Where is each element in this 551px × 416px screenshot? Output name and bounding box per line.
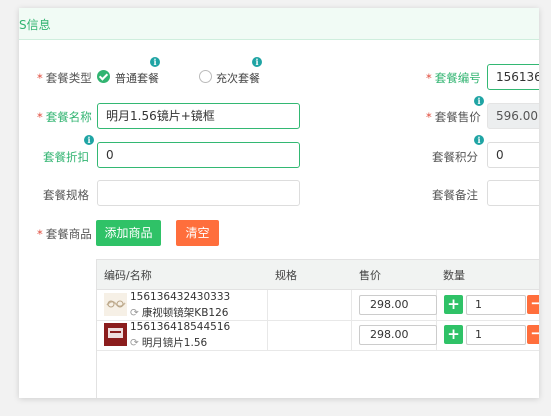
panel-header: S信息: [19, 8, 539, 40]
product-thumbnail: [104, 323, 127, 346]
package-products-label: * 套餐商品: [37, 227, 92, 241]
package-remark-input[interactable]: [487, 180, 539, 206]
package-points-input[interactable]: 0: [487, 142, 539, 168]
minus-icon[interactable]: −: [527, 295, 539, 314]
info-icon[interactable]: i: [474, 135, 484, 145]
package-points-label: 套餐积分: [432, 150, 478, 164]
package-remark-label: 套餐备注: [432, 188, 478, 202]
table-header: 编码/名称 规格 售价 数量: [97, 260, 539, 290]
radio-normal-package-label[interactable]: 普通套餐: [115, 70, 159, 86]
package-code-label: * 套餐编号: [426, 71, 481, 85]
radio-recharge-package-label[interactable]: 充次套餐: [216, 70, 260, 86]
clear-button[interactable]: 清空: [176, 220, 219, 246]
price-input[interactable]: 298.00: [359, 325, 437, 345]
package-price-input: 596.00: [487, 103, 539, 129]
package-spec-input[interactable]: [97, 180, 300, 206]
minus-icon[interactable]: −: [527, 325, 539, 344]
radio-normal-package[interactable]: [97, 70, 110, 83]
column-header-code-name: 编码/名称: [104, 269, 152, 282]
price-input[interactable]: 298.00: [359, 295, 437, 315]
package-spec-label: 套餐规格: [43, 188, 89, 202]
sync-icon: ⟳: [130, 307, 139, 319]
info-icon[interactable]: i: [252, 57, 262, 67]
product-name: ⟳ 康视顿镜架KB126: [130, 307, 229, 319]
radio-recharge-package[interactable]: [199, 70, 212, 83]
plus-icon[interactable]: +: [444, 295, 463, 314]
column-header-price: 售价: [359, 269, 381, 282]
product-thumbnail: [104, 293, 127, 316]
package-discount-input[interactable]: 0: [97, 142, 300, 168]
sync-icon: ⟳: [130, 337, 139, 349]
package-name-input[interactable]: 明月1.56镜片+镜框: [97, 103, 300, 129]
quantity-input[interactable]: 1: [466, 295, 526, 315]
table-row: 156136432430333 ⟳ 康视顿镜架KB126 298.00 + 1 −: [97, 290, 539, 321]
package-info-panel: S信息 *套餐类型 i i 普通套餐 充次套餐 *套餐编号 1561362 *套…: [19, 8, 539, 398]
column-header-spec: 规格: [275, 269, 297, 282]
table-row: 156136418544516 ⟳ 明月镜片1.56 298.00 + 1 −: [97, 320, 539, 351]
add-product-button[interactable]: 添加商品: [96, 220, 161, 246]
product-code: 156136432430333: [130, 291, 231, 303]
package-code-input[interactable]: 1561362: [487, 64, 539, 90]
product-name: ⟳ 明月镜片1.56: [130, 337, 208, 349]
plus-icon[interactable]: +: [444, 325, 463, 344]
column-header-qty: 数量: [443, 269, 465, 282]
info-icon[interactable]: i: [84, 135, 94, 145]
package-discount-label: 套餐折扣: [43, 150, 89, 164]
products-table: 编码/名称 规格 售价 数量 156136432430333 ⟳ 康视顿镜架KB1…: [96, 259, 539, 398]
package-price-label: * 套餐售价: [426, 110, 481, 124]
package-name-label: * 套餐名称: [37, 110, 92, 124]
info-icon[interactable]: i: [474, 96, 484, 106]
panel-title: S信息: [19, 18, 51, 32]
quantity-input[interactable]: 1: [466, 325, 526, 345]
info-icon[interactable]: i: [150, 57, 160, 67]
package-type-label: * 套餐类型: [37, 71, 92, 85]
product-code: 156136418544516: [130, 321, 231, 333]
